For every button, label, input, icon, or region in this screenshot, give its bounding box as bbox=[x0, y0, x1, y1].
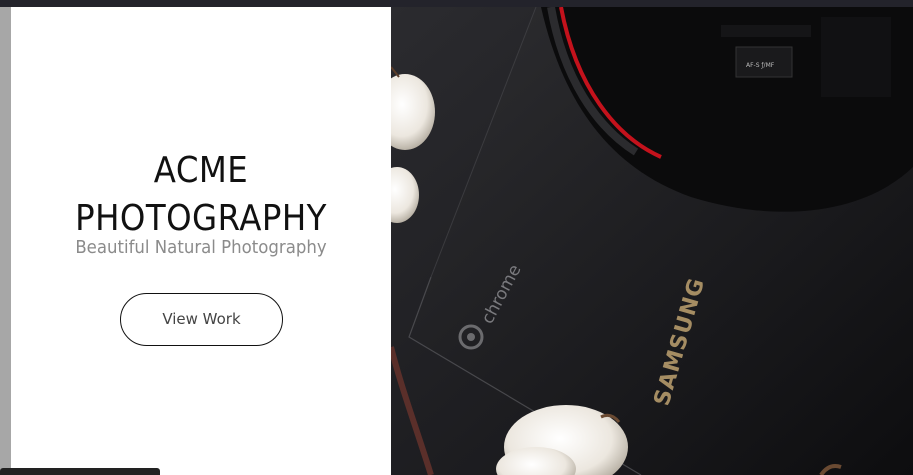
hero-photo: AF-S ƒ/MF chrome SAMSUNG bbox=[391, 7, 913, 475]
window-top-bar bbox=[0, 0, 913, 7]
bottom-tab-bar bbox=[0, 468, 160, 475]
hero-text-panel: ACME PHOTOGRAPHY Beautiful Natural Photo… bbox=[11, 7, 391, 475]
page-title: ACME PHOTOGRAPHY bbox=[30, 147, 372, 243]
lens-marking: AF-S ƒ/MF bbox=[746, 62, 775, 69]
tagline: Beautiful Natural Photography bbox=[75, 237, 327, 258]
left-gutter bbox=[0, 7, 11, 475]
view-work-button[interactable]: View Work bbox=[120, 293, 283, 346]
title-line-acme: ACME bbox=[153, 150, 249, 191]
